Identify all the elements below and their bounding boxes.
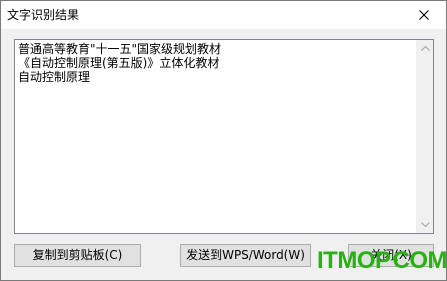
text-line: 普通高等教育"十一五"国家级规划教材 xyxy=(18,42,222,56)
window-title: 文字识别结果 xyxy=(7,8,80,22)
text-line: 自动控制原理 xyxy=(18,70,91,84)
window-close-button[interactable] xyxy=(402,1,446,29)
watermark-text-right: COM xyxy=(392,247,447,274)
title-bar[interactable]: 文字识别结果 xyxy=(1,1,446,29)
recognized-text-area[interactable]: 普通高等教育"十一五"国家级规划教材 《自动控制原理(第五版)》立体化教材 自动… xyxy=(14,39,434,234)
vertical-scrollbar[interactable] xyxy=(416,40,433,233)
watermark-text-left: ITMOP xyxy=(317,247,391,274)
text-line: 《自动控制原理(第五版)》立体化教材 xyxy=(18,56,220,70)
arrow-down-icon xyxy=(421,222,430,227)
itmop-watermark-logo: ITMOP COM xyxy=(317,244,447,278)
close-icon xyxy=(419,10,429,20)
scroll-up-button[interactable] xyxy=(417,40,434,57)
ocr-result-window: 文字识别结果 普通高等教育"十一五"国家级规划教材 《自动控制原理(第五版)》立… xyxy=(0,0,447,281)
arrow-up-icon xyxy=(421,46,430,51)
scroll-down-button[interactable] xyxy=(417,216,434,233)
send-to-wps-word-button[interactable]: 发送到WPS/Word(W) xyxy=(180,244,311,267)
dialog-client-area: 普通高等教育"十一五"国家级规划教材 《自动控制原理(第五版)》立体化教材 自动… xyxy=(1,29,446,280)
recognized-text-content[interactable]: 普通高等教育"十一五"国家级规划教材 《自动控制原理(第五版)》立体化教材 自动… xyxy=(18,42,415,231)
copy-to-clipboard-button[interactable]: 复制到剪贴板(C) xyxy=(14,244,141,267)
